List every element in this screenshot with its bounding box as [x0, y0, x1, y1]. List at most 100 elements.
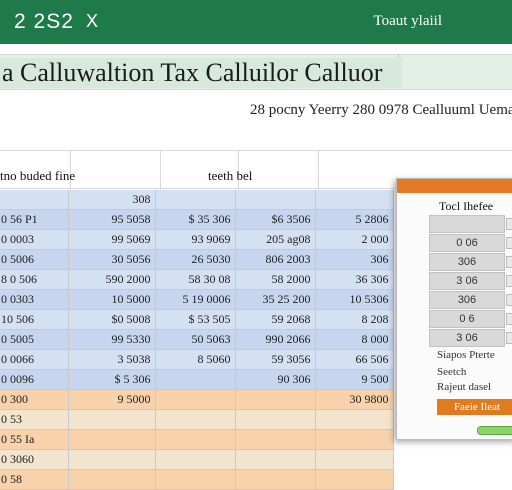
value-cell[interactable]: 308 [68, 190, 156, 210]
row-label-cell[interactable]: 8 0 506 [0, 269, 69, 290]
value-cell[interactable]: 66 506 [315, 349, 394, 370]
checkbox-icon[interactable] [506, 294, 512, 306]
value-cell[interactable]: 5 19 0006 [155, 289, 236, 310]
panel-field[interactable]: 3 06 [429, 272, 512, 290]
value-cell[interactable]: 10 5306 [315, 289, 394, 310]
value-cell[interactable] [235, 429, 316, 450]
panel-field-value: 3 06 [456, 332, 478, 344]
value-cell[interactable]: 99 5330 [68, 329, 156, 350]
checkbox-icon[interactable] [506, 237, 512, 249]
value-cell[interactable]: 99 5069 [68, 229, 156, 250]
value-cell[interactable]: 8 5060 [155, 349, 236, 370]
row-label-cell[interactable]: 0 55 Ia [0, 429, 69, 450]
panel-field[interactable]: 3 06 [429, 329, 512, 347]
value-cell[interactable]: $ 53 505 [155, 309, 236, 330]
value-cell[interactable]: 50 5063 [155, 329, 236, 350]
value-cell[interactable] [68, 429, 156, 450]
value-cell[interactable]: 590 2000 [68, 269, 156, 290]
value-cell[interactable] [235, 190, 316, 210]
table-row: 0 0066 3 5038 8 5060 59 3056 66 506 [0, 349, 394, 370]
value-cell[interactable]: $ 5 306 [68, 369, 156, 390]
panel-field-value: 0 06 [456, 237, 478, 249]
row-label-cell[interactable]: 0 5005 [0, 329, 69, 350]
row-label-cell[interactable]: 0 0066 [0, 349, 69, 370]
value-cell[interactable] [68, 409, 156, 430]
value-cell[interactable]: 5 2806 [315, 209, 394, 230]
value-cell[interactable] [235, 469, 316, 490]
value-cell[interactable]: 9 500 [315, 369, 394, 390]
value-cell[interactable] [155, 369, 236, 390]
value-cell[interactable]: 806 2003 [235, 249, 316, 270]
panel-field-value: 3 06 [456, 275, 478, 287]
value-cell[interactable]: 93 9069 [155, 229, 236, 250]
value-cell[interactable]: 9 5000 [68, 389, 156, 410]
value-cell[interactable]: 59 2068 [235, 309, 316, 330]
checkbox-icon[interactable] [506, 256, 512, 268]
row-label-cell[interactable]: 0 56 P1 [0, 209, 69, 230]
value-cell[interactable]: $0 5008 [68, 309, 156, 330]
value-cell[interactable] [235, 389, 316, 410]
value-cell[interactable]: 30 9800 [315, 389, 394, 410]
row-label-cell[interactable]: 0 5006 [0, 249, 69, 270]
value-cell[interactable] [315, 449, 394, 470]
checkbox-icon[interactable] [506, 313, 512, 325]
value-cell[interactable]: 58 2000 [235, 269, 316, 290]
value-cell[interactable]: 36 306 [315, 269, 394, 290]
value-cell[interactable] [155, 389, 236, 410]
value-cell[interactable]: 26 5030 [155, 249, 236, 270]
value-cell[interactable]: 59 3056 [235, 349, 316, 370]
value-cell[interactable] [155, 469, 236, 490]
panel-field[interactable] [429, 215, 512, 233]
value-cell[interactable]: 205 ag08 [235, 229, 316, 250]
row-label-cell[interactable]: 0 3060 [0, 449, 69, 470]
row-label-cell[interactable]: 10 506 [0, 309, 69, 330]
checkbox-icon[interactable] [506, 275, 512, 287]
panel-field[interactable]: 306 [429, 291, 512, 309]
row-label-cell[interactable]: 0 53 [0, 409, 69, 430]
value-cell[interactable]: 8 000 [315, 329, 394, 350]
value-cell[interactable] [155, 190, 236, 210]
value-cell[interactable] [68, 469, 156, 490]
value-cell[interactable] [315, 190, 394, 210]
checkbox-icon[interactable] [506, 218, 512, 230]
value-cell[interactable] [315, 409, 394, 430]
row-label-cell[interactable]: 0 0096 [0, 369, 69, 390]
close-icon[interactable]: X [86, 11, 98, 32]
value-cell[interactable]: 306 [315, 249, 394, 270]
panel-field[interactable]: 0 6 [429, 310, 512, 328]
row-label-cell[interactable]: 0 300 [0, 389, 69, 410]
value-cell[interactable]: 30 5056 [68, 249, 156, 270]
title-bar: 2 2S2 X Toaut ylaiil [0, 0, 512, 44]
value-cell[interactable]: 2 000 [315, 229, 394, 250]
value-cell[interactable] [68, 449, 156, 470]
value-cell[interactable] [315, 429, 394, 450]
value-cell[interactable]: 8 208 [315, 309, 394, 330]
value-cell[interactable] [155, 429, 236, 450]
row-label-cell[interactable]: 0 0303 [0, 289, 69, 310]
panel-field[interactable]: 0 06 [429, 234, 512, 252]
row-label-cell[interactable] [0, 190, 69, 210]
value-cell[interactable]: 990 2066 [235, 329, 316, 350]
row-label-cell[interactable]: 0 58 [0, 469, 69, 490]
value-cell[interactable]: 10 5000 [68, 289, 156, 310]
table-row: 0 5006 30 5056 26 5030 806 2003 306 [0, 249, 394, 270]
value-cell[interactable] [235, 409, 316, 430]
value-cell[interactable] [155, 449, 236, 470]
table-row: 0 0303 10 5000 5 19 0006 35 25 200 10 5306 [0, 289, 394, 310]
row-label-cell[interactable]: 0 0003 [0, 229, 69, 250]
value-cell[interactable] [155, 409, 236, 430]
calculate-button[interactable]: Faeie Ileat [437, 399, 512, 415]
value-cell[interactable]: 90 306 [235, 369, 316, 390]
value-cell[interactable]: 3 5038 [68, 349, 156, 370]
checkbox-icon[interactable] [506, 332, 512, 344]
value-cell[interactable] [315, 469, 394, 490]
panel-field[interactable]: 306 [429, 253, 512, 271]
value-cell[interactable]: 58 30 08 [155, 269, 236, 290]
value-cell[interactable] [235, 449, 316, 470]
value-cell[interactable]: $ 35 306 [155, 209, 236, 230]
toggle-switch[interactable] [477, 426, 512, 435]
table-row: 0 53 [0, 409, 394, 430]
value-cell[interactable]: 35 25 200 [235, 289, 316, 310]
value-cell[interactable]: $6 3506 [235, 209, 316, 230]
value-cell[interactable]: 95 5058 [68, 209, 156, 230]
